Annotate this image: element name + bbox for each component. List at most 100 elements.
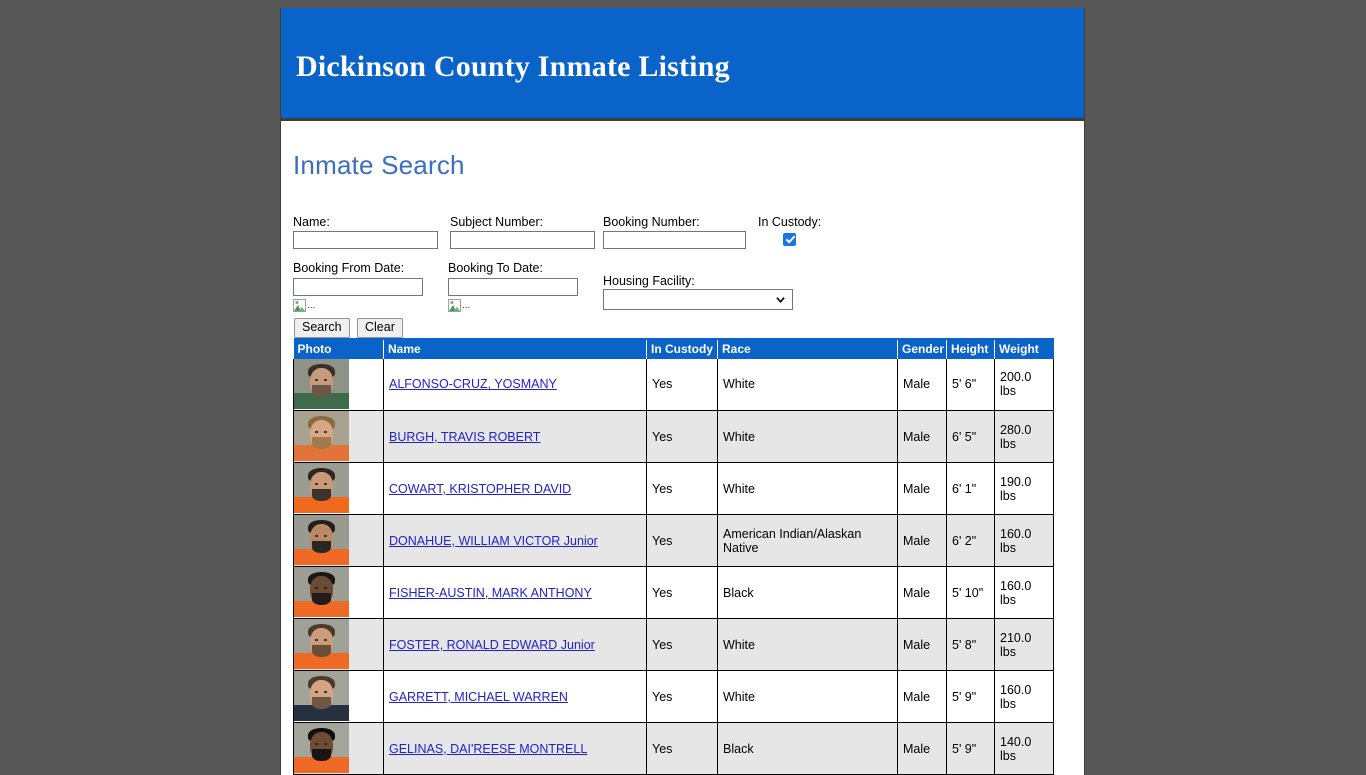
inmate-name-link[interactable]: FOSTER, RONALD EDWARD Junior — [389, 638, 595, 652]
inmate-photo-cell[interactable] — [293, 358, 384, 412]
inmate-in-custody-cell: Yes — [646, 618, 718, 672]
inmate-name-link[interactable]: DONAHUE, WILLIAM VICTOR Junior — [389, 534, 598, 548]
inmate-name-link[interactable]: COWART, KRISTOPHER DAVID — [389, 482, 571, 496]
inmate-gender-cell: Male — [897, 462, 947, 516]
inmate-height-cell: 6' 1" — [946, 462, 995, 516]
chevron-down-icon — [776, 296, 785, 303]
inmate-name-cell: COWART, KRISTOPHER DAVID — [383, 462, 647, 516]
inmate-in-custody-cell: Yes — [646, 566, 718, 620]
inmate-gender-cell: Male — [897, 722, 947, 775]
inmate-name-link[interactable]: GARRETT, MICHAEL WARREN — [389, 690, 568, 704]
inmate-mugshot[interactable] — [294, 567, 349, 618]
inmate-in-custody-cell: Yes — [646, 358, 718, 412]
booking-from-date-input[interactable] — [293, 277, 423, 296]
inmate-height-cell: 5' 10" — [946, 566, 995, 620]
inmate-gender-cell: Male — [897, 514, 947, 568]
inmate-height-cell: 5' 9" — [946, 722, 995, 775]
inmate-gender-cell: Male — [897, 358, 947, 412]
calendar-picker-alt: ... — [307, 299, 316, 311]
inmate-search-form: Name: Subject Number: Booking Number: In… — [293, 202, 1072, 339]
inmate-weight-cell: 160.0 lbs — [994, 566, 1054, 620]
inmate-mugshot[interactable] — [294, 723, 349, 774]
inmate-mugshot[interactable] — [294, 411, 349, 462]
inmate-name-link[interactable]: ALFONSO-CRUZ, YOSMANY — [389, 377, 557, 391]
column-header-gender[interactable]: Gender — [897, 338, 947, 359]
column-header-race[interactable]: Race — [717, 338, 898, 359]
booking-number-label: Booking Number: — [603, 214, 700, 229]
inmate-height-cell: 6' 5" — [946, 410, 995, 464]
inmate-race-cell: Black — [717, 566, 898, 620]
table-row: COWART, KRISTOPHER DAVID Yes White Male 6' 1… — [293, 462, 1054, 516]
inmate-mugshot[interactable] — [294, 671, 349, 722]
inmate-race-cell: Black — [717, 722, 898, 775]
table-header-row: Photo Name In Custody Race Gender Height… — [293, 338, 1054, 359]
inmate-photo-cell[interactable] — [293, 618, 384, 672]
table-row: GARRETT, MICHAEL WARREN Yes White Male 5' 9"… — [293, 670, 1054, 724]
inmate-search-heading: Inmate Search — [293, 150, 465, 180]
inmate-photo-cell[interactable] — [293, 410, 384, 464]
inmate-name-link[interactable]: GELINAS, DAI'REESE MONTRELL — [389, 742, 587, 756]
inmate-weight-cell: 160.0 lbs — [994, 514, 1054, 568]
inmate-mugshot[interactable] — [294, 619, 349, 670]
column-header-in-custody[interactable]: In Custody — [646, 338, 718, 359]
inmate-name-cell: FISHER-AUSTIN, MARK ANTHONY — [383, 566, 647, 620]
booking-from-date-label: Booking From Date: — [293, 260, 405, 275]
inmate-in-custody-cell: Yes — [646, 722, 718, 775]
table-body: ALFONSO-CRUZ, YOSMANY Yes White Male 5' 6" 20… — [293, 358, 1054, 775]
inmate-name-link[interactable]: FISHER-AUSTIN, MARK ANTHONY — [389, 586, 592, 600]
housing-facility-label: Housing Facility: — [603, 273, 695, 288]
table-row: DONAHUE, WILLIAM VICTOR Junior Yes America… — [293, 514, 1054, 568]
inmate-weight-cell: 160.0 lbs — [994, 670, 1054, 724]
inmate-photo-cell[interactable] — [293, 462, 384, 516]
inmate-in-custody-cell: Yes — [646, 670, 718, 724]
inmate-height-cell: 6' 2" — [946, 514, 995, 568]
housing-facility-select[interactable] — [603, 288, 793, 310]
booking-to-date-input[interactable] — [448, 277, 578, 296]
column-header-photo[interactable]: Photo — [293, 338, 384, 359]
inmate-height-cell: 5' 8" — [946, 618, 995, 672]
calendar-picker-icon-2[interactable]: ... — [448, 298, 478, 314]
booking-number-input[interactable] — [603, 230, 746, 249]
column-header-weight[interactable]: Weight — [994, 338, 1054, 359]
table-row: ALFONSO-CRUZ, YOSMANY Yes White Male 5' 6" 20… — [293, 358, 1054, 412]
inmate-photo-cell[interactable] — [293, 514, 384, 568]
name-input[interactable] — [293, 230, 438, 249]
name-label: Name: — [293, 214, 330, 229]
table-row: FOSTER, RONALD EDWARD Junior Yes White Male… — [293, 618, 1054, 672]
clear-button[interactable]: Clear — [357, 317, 403, 339]
inmate-in-custody-cell: Yes — [646, 410, 718, 464]
calendar-picker-alt-2: ... — [462, 299, 471, 311]
inmate-name-cell: ALFONSO-CRUZ, YOSMANY — [383, 358, 647, 412]
inmate-weight-cell: 210.0 lbs — [994, 618, 1054, 672]
inmate-race-cell: White — [717, 618, 898, 672]
column-header-height[interactable]: Height — [946, 338, 995, 359]
inmate-gender-cell: Male — [897, 410, 947, 464]
inmate-photo-cell[interactable] — [293, 566, 384, 620]
inmate-mugshot[interactable] — [294, 515, 349, 566]
page-title: Dickinson County Inmate Listing — [296, 50, 730, 83]
inmate-name-cell: FOSTER, RONALD EDWARD Junior — [383, 618, 647, 672]
table-row: FISHER-AUSTIN, MARK ANTHONY Yes Black Male 5… — [293, 566, 1054, 620]
inmate-name-cell: GELINAS, DAI'REESE MONTRELL — [383, 722, 647, 775]
inmate-race-cell: White — [717, 670, 898, 724]
calendar-picker-icon[interactable]: ... — [293, 298, 323, 314]
in-custody-checkbox[interactable] — [783, 232, 796, 246]
table-row: GELINAS, DAI'REESE MONTRELL Yes Black Male 5… — [293, 722, 1054, 775]
inmate-photo-cell[interactable] — [293, 722, 384, 775]
inmate-height-cell: 5' 6" — [946, 358, 995, 412]
search-button[interactable]: Search — [294, 317, 350, 339]
in-custody-label: In Custody: — [758, 214, 822, 229]
inmate-weight-cell: 200.0 lbs — [994, 358, 1054, 412]
column-header-name[interactable]: Name — [383, 338, 647, 359]
subject-number-input[interactable] — [450, 230, 595, 249]
inmate-weight-cell: 190.0 lbs — [994, 462, 1054, 516]
inmate-race-cell: White — [717, 462, 898, 516]
inmate-race-cell: White — [717, 358, 898, 412]
inmate-mugshot[interactable] — [294, 358, 349, 409]
inmate-results-table: Photo Name In Custody Race Gender Height… — [293, 337, 1054, 775]
inmate-height-cell: 5' 9" — [946, 670, 995, 724]
inmate-mugshot[interactable] — [294, 463, 349, 514]
content-area: Inmate Search Name: Subject Number: Book… — [281, 121, 1084, 775]
inmate-photo-cell[interactable] — [293, 670, 384, 724]
inmate-name-link[interactable]: BURGH, TRAVIS ROBERT — [389, 430, 540, 444]
